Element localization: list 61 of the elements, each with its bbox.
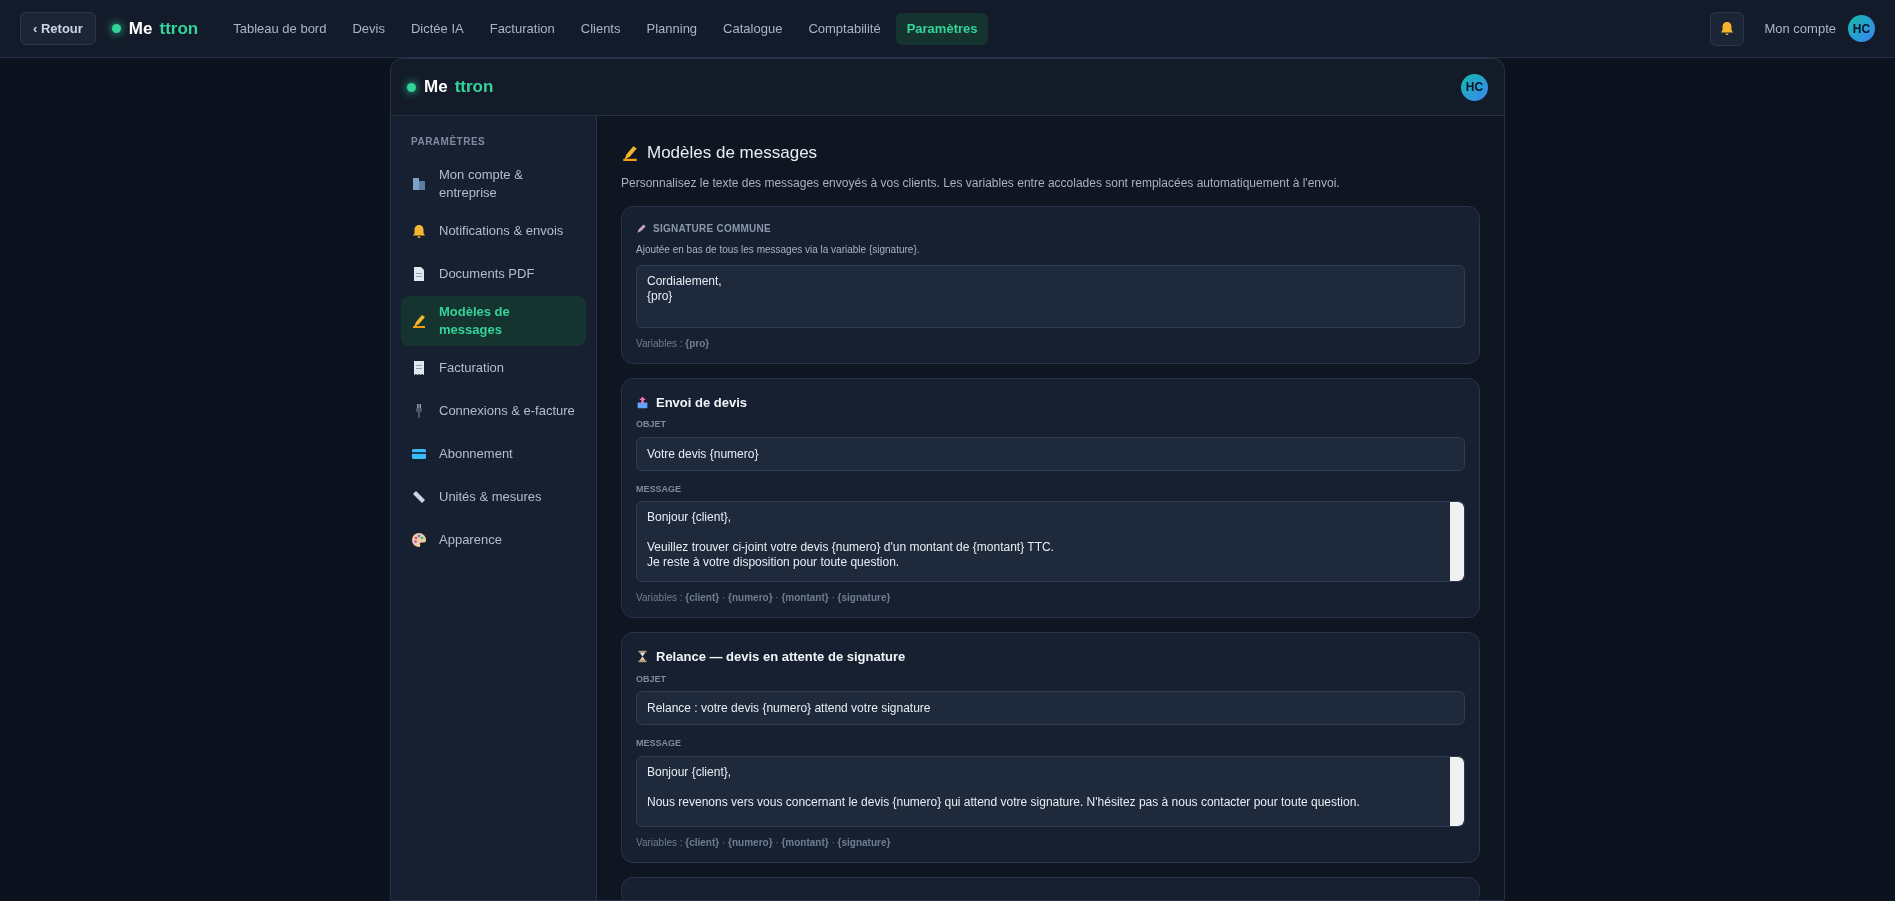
nav-tab[interactable]: Planning	[635, 12, 709, 45]
receipt-icon	[411, 360, 427, 376]
nav-tab[interactable]: Clients	[569, 12, 632, 45]
nav-tab[interactable]: Facturation	[478, 12, 566, 45]
back-button[interactable]: ‹ Retour	[20, 12, 96, 45]
sidebar-item[interactable]: Abonnement	[401, 433, 586, 475]
nav-tab[interactable]: Tableau de bord	[222, 12, 338, 45]
sidebar-item[interactable]: Apparence	[401, 519, 586, 561]
subject-field[interactable]: Votre devis {numero}	[636, 436, 1465, 471]
sidebar-heading: PARAMÈTRES	[410, 134, 487, 149]
field-label: MESSAGE	[636, 737, 682, 750]
variables-hint: Variables : {pro}	[636, 336, 711, 351]
pen-icon	[411, 313, 427, 329]
bell-icon	[411, 223, 427, 239]
message-field[interactable]: Cordialement, {pro}	[636, 264, 1465, 328]
building-icon	[411, 176, 427, 192]
field-label: MESSAGE	[636, 482, 682, 496]
ruler-icon	[411, 489, 427, 505]
section-heading: SIGNATURE COMMUNE	[653, 221, 771, 236]
bell-icon	[1720, 21, 1735, 36]
notifications-button[interactable]	[1710, 11, 1745, 46]
document-icon	[411, 266, 427, 282]
sidebar-item[interactable]: Mon compte & entreprise	[401, 159, 586, 209]
template-title: Relance — devis en attente de signature	[656, 648, 906, 666]
palette-icon	[411, 532, 427, 548]
page-description: Personnalisez le texte des messages envoyés à vos clients. Les variables entre accolades sont remplacées automatiquement à l'envoi.	[621, 174, 1341, 192]
message-field[interactable]: Bonjour {client}, Veuillez trouver ci-joint votre devis {numero} d'un montant de {montant} TTC. Je reste à votre disposition pour toute question.	[636, 501, 1465, 582]
hourglass-icon	[636, 650, 649, 664]
message-field[interactable]: Bonjour {client}, Nous revenons vers vous concernant le devis {numero} qui attend votre signature. N'hésitez pas à nous contacter pour toute question.	[636, 755, 1465, 827]
logo-text: Me	[128, 17, 153, 40]
logo-text: ttron	[159, 17, 199, 40]
tray-icon	[636, 395, 649, 409]
field-label: OBJET	[636, 418, 667, 431]
subject-field[interactable]: Relance : votre devis {numero} attend votre signature	[636, 691, 1465, 725]
pen-icon	[621, 143, 639, 162]
logo-text: Me	[424, 76, 448, 99]
credit-card-icon	[411, 446, 427, 462]
scrollbar[interactable]	[1450, 756, 1464, 826]
logo-text: ttron	[454, 76, 494, 99]
sidebar-item[interactable]: Facturation	[401, 347, 586, 389]
section-hint: Ajoutée en bas de tous les messages via la variable {signature}.	[636, 242, 921, 257]
variables-hint: Variables : {client} · {numero} · {montant} · {signature}	[636, 835, 892, 850]
template-title: Envoi de devis	[656, 393, 748, 412]
field-label: OBJET	[636, 672, 667, 686]
sidebar-item[interactable]: Documents PDF	[401, 253, 586, 295]
sidebar-item[interactable]: Notifications & envois	[401, 210, 586, 252]
nav-tab[interactable]: Catalogue	[712, 12, 794, 45]
nav-tab[interactable]: Devis	[341, 12, 396, 45]
nav-tab[interactable]: Dictée IA	[399, 12, 475, 45]
page-title: Modèles de messages	[647, 142, 818, 164]
sidebar-item[interactable]: Modèles de messages	[401, 296, 586, 346]
sidebar-item[interactable]: Unités & mesures	[401, 476, 586, 518]
user-avatar[interactable]: HC	[1461, 73, 1488, 101]
nav-tab[interactable]: Comptabilité	[797, 12, 892, 45]
pen-icon	[636, 222, 647, 234]
account-link[interactable]: Mon compte	[1764, 18, 1836, 39]
sidebar-item[interactable]: Connexions & e-facture	[401, 390, 586, 432]
variables-hint: Variables : {client} · {numero} · {montant} · {signature}	[636, 591, 892, 605]
scrollbar[interactable]	[1450, 502, 1464, 581]
nav-tab[interactable]: Paramètres	[895, 12, 989, 45]
user-avatar[interactable]: HC	[1848, 15, 1875, 42]
